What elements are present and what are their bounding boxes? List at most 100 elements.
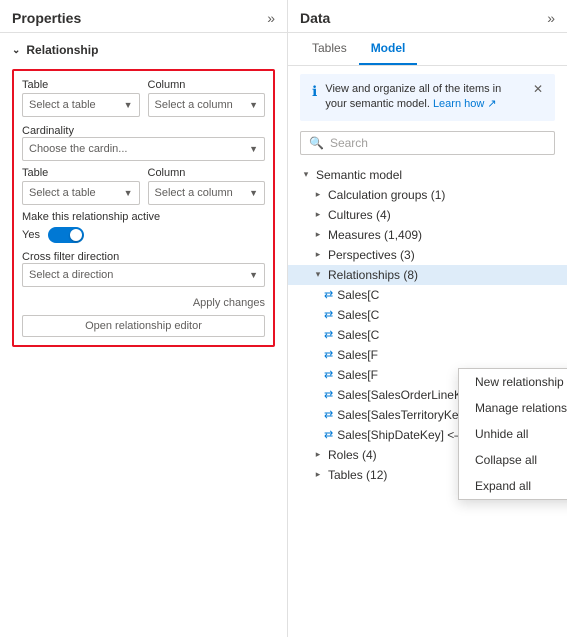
relationship-section-title: ⌄ Relationship (0, 33, 287, 63)
rel-icon-3: ⇄ (324, 328, 333, 341)
column2-placeholder: Select a column (155, 187, 233, 199)
context-menu-expand-all[interactable]: Expand all (459, 473, 567, 499)
cross-filter-placeholder: Select a direction (29, 269, 113, 281)
info-icon: ℹ (312, 83, 317, 100)
calc-groups-chevron-icon: ▸ (312, 189, 324, 200)
learn-how-link[interactable]: Learn how ↗ (433, 98, 497, 110)
expand-icon[interactable]: » (267, 10, 275, 26)
rel-3-label: Sales[C (337, 328, 379, 342)
rel-icon-7: ⇄ (324, 408, 333, 421)
cross-filter-group: Cross filter direction Select a directio… (22, 249, 265, 287)
roles-chevron-icon: ▸ (312, 449, 324, 460)
rel-icon-8: ⇄ (324, 428, 333, 441)
apply-changes-button[interactable]: Apply changes (193, 295, 265, 311)
rel-2-label: Sales[C (337, 308, 379, 322)
rel-icon-4: ⇄ (324, 348, 333, 361)
actions-row: Apply changes Open relationship editor (22, 295, 265, 337)
column1-dropdown[interactable]: Select a column ▼ (148, 93, 266, 117)
column1-placeholder: Select a column (155, 99, 233, 111)
cross-filter-dropdown[interactable]: Select a direction ▼ (22, 263, 265, 287)
context-menu-collapse-all[interactable]: Collapse all (459, 447, 567, 473)
rel-5-label: Sales[F (337, 368, 378, 382)
data-header: Data » (288, 0, 567, 33)
tables-label: Tables (12) (328, 468, 387, 482)
table1-group: Table Select a table ▼ (22, 79, 140, 117)
tree-semantic-model[interactable]: ▾ Semantic model (288, 165, 567, 185)
properties-header: Properties » (0, 0, 287, 33)
toggle-thumb (70, 229, 82, 241)
context-menu: New relationship Manage relationships Un… (458, 368, 567, 500)
tree-item-rel-2[interactable]: ⇄ Sales[C (288, 305, 567, 325)
tabs-row: Tables Model (288, 33, 567, 66)
column1-chevron-icon: ▼ (249, 100, 258, 110)
column1-group: Column Select a column ▼ (148, 79, 266, 117)
relationships-label: Relationships (8) (328, 268, 418, 282)
context-menu-unhide-all[interactable]: Unhide all (459, 421, 567, 447)
measures-chevron-icon: ▸ (312, 229, 324, 240)
semantic-model-chevron-icon: ▾ (300, 169, 312, 180)
data-expand-icon[interactable]: » (547, 10, 555, 26)
measures-label: Measures (1,409) (328, 228, 422, 242)
tree-item-rel-1[interactable]: ⇄ Sales[C (288, 285, 567, 305)
table2-placeholder: Select a table (29, 187, 96, 199)
toggle-row: Yes (22, 227, 265, 243)
perspectives-label: Perspectives (3) (328, 248, 415, 262)
column2-label: Column (148, 167, 266, 179)
search-box: 🔍 (300, 131, 555, 155)
search-icon: 🔍 (309, 136, 324, 150)
cardinality-dropdown[interactable]: Choose the cardin... ▼ (22, 137, 265, 161)
rel-1-label: Sales[C (337, 288, 379, 302)
rel-icon-5: ⇄ (324, 368, 333, 381)
info-bar: ℹ View and organize all of the items in … (300, 74, 555, 121)
table2-dropdown[interactable]: Select a table ▼ (22, 181, 140, 205)
tab-tables[interactable]: Tables (300, 33, 359, 65)
tree-item-rel-4[interactable]: ⇄ Sales[F (288, 345, 567, 365)
column2-group: Column Select a column ▼ (148, 167, 266, 205)
tree-item-rel-3[interactable]: ⇄ Sales[C (288, 325, 567, 345)
open-relationship-editor-button[interactable]: Open relationship editor (22, 315, 265, 337)
rel-4-label: Sales[F (337, 348, 378, 362)
table1-dropdown[interactable]: Select a table ▼ (22, 93, 140, 117)
tree-item-cultures[interactable]: ▸ Cultures (4) (288, 205, 567, 225)
tree-item-relationships[interactable]: ▾ Relationships (8) (288, 265, 567, 285)
context-menu-new-relationship[interactable]: New relationship (459, 369, 567, 395)
info-text: View and organize all of the items in yo… (325, 82, 525, 113)
close-info-icon[interactable]: ✕ (533, 82, 543, 96)
relationship-box: Table Select a table ▼ Column Select a c… (12, 69, 275, 347)
column1-label: Column (148, 79, 266, 91)
tables-chevron-icon: ▸ (312, 469, 324, 480)
cardinality-chevron-icon: ▼ (249, 144, 258, 154)
left-panel: Properties » ⌄ Relationship Table Select… (0, 0, 288, 637)
relationships-chevron-icon: ▾ (312, 269, 324, 280)
table-column-row-2: Table Select a table ▼ Column Select a c… (22, 167, 265, 205)
active-section: Make this relationship active Yes (22, 211, 265, 243)
column2-chevron-icon: ▼ (249, 188, 258, 198)
tab-model[interactable]: Model (359, 33, 418, 65)
table2-label: Table (22, 167, 140, 179)
cardinality-label: Cardinality (22, 125, 74, 137)
rel-icon-1: ⇄ (324, 288, 333, 301)
right-panel: Data » Tables Model ℹ View and organize … (288, 0, 567, 637)
rel-icon-6: ⇄ (324, 388, 333, 401)
data-title: Data (300, 10, 330, 26)
table2-group: Table Select a table ▼ (22, 167, 140, 205)
cultures-chevron-icon: ▸ (312, 209, 324, 220)
tree-item-perspectives[interactable]: ▸ Perspectives (3) (288, 245, 567, 265)
cultures-label: Cultures (4) (328, 208, 391, 222)
cardinality-group: Cardinality Choose the cardin... ▼ (22, 123, 265, 161)
yes-label: Yes (22, 229, 40, 241)
search-input[interactable] (330, 136, 546, 150)
properties-title: Properties (12, 10, 81, 26)
active-toggle[interactable] (48, 227, 84, 243)
table1-placeholder: Select a table (29, 99, 96, 111)
perspectives-chevron-icon: ▸ (312, 249, 324, 260)
semantic-model-label: Semantic model (316, 168, 402, 182)
column2-dropdown[interactable]: Select a column ▼ (148, 181, 266, 205)
tree-item-measures[interactable]: ▸ Measures (1,409) (288, 225, 567, 245)
table2-chevron-icon: ▼ (124, 188, 133, 198)
context-menu-manage-relationships[interactable]: Manage relationships (459, 395, 567, 421)
tree-item-calculation-groups[interactable]: ▸ Calculation groups (1) (288, 185, 567, 205)
table1-chevron-icon: ▼ (124, 100, 133, 110)
cross-filter-chevron-icon: ▼ (249, 270, 258, 280)
roles-label: Roles (4) (328, 448, 377, 462)
